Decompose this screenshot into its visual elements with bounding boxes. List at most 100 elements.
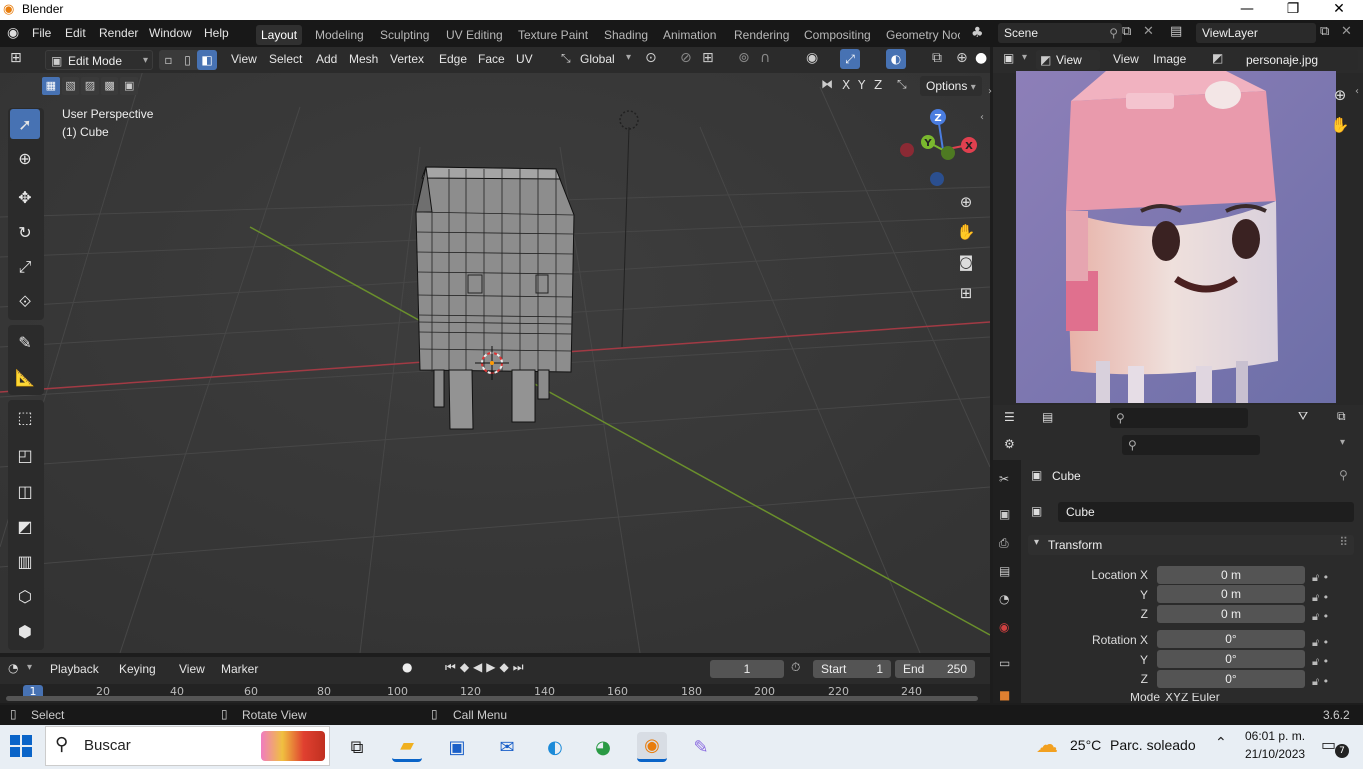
start-button[interactable] [10,735,32,757]
image-tools-toggle-icon[interactable]: › [988,86,992,97]
current-frame-field[interactable]: 1 [710,660,784,678]
clock-date[interactable]: 21/10/2023 [1245,747,1305,761]
menu-window[interactable]: Window [149,26,192,40]
render-tab-icon[interactable]: ▣ [999,507,1010,521]
lock-icon[interactable]: 🔓︎ • [1312,652,1352,672]
timeline-editor-icon[interactable]: ◔ [8,661,18,675]
edge-select-icon[interactable]: ▯ [178,50,197,70]
measure-tool[interactable]: 📐 [10,362,40,392]
mirror-y-toggle[interactable]: Y [858,78,865,92]
collection-tab-icon[interactable]: ▭ [999,656,1010,670]
output-tab-icon[interactable]: ⎙ [999,536,1009,551]
image-view-mode-selector[interactable]: ◩ View [1036,50,1100,70]
timeline-ruler[interactable]: 1 20 40 60 80 100 120 140 160 180 200 22… [0,684,990,703]
blender-taskbar-icon[interactable]: ◉ [637,732,667,762]
pin-icon[interactable]: ⚲ [1109,23,1118,43]
new-scene-icon[interactable]: ⧉ [1122,24,1131,39]
image-browse-icon[interactable]: ◩ [1212,51,1223,65]
paint-icon[interactable]: ✎ [686,732,716,762]
add-cube-tool[interactable]: ⬚ [10,402,40,432]
xray-icon[interactable]: ⧉ [932,50,942,66]
view-layer-tab-icon[interactable]: ▤ [999,564,1010,578]
menu-add[interactable]: Add [316,52,337,66]
file-explorer-icon[interactable]: ▰ [392,732,422,762]
mirror-z-toggle[interactable]: Z [874,78,882,92]
outliner-type-icon[interactable]: ☰ [1004,410,1015,424]
face-select-icon[interactable]: ◧ [197,50,217,70]
image-sidebar-toggle-icon[interactable]: ‹ [1355,86,1359,97]
navigation-gizmo[interactable]: Z X Y [895,105,990,195]
timeline-scrollbar[interactable] [6,696,978,701]
lock-icon[interactable]: 🔓︎ • [1312,607,1352,627]
image-editor-type-icon[interactable]: ▣ [1003,51,1014,65]
menu-mesh[interactable]: Mesh [349,52,378,66]
transform-panel-header[interactable]: ▾ Transform ⠿ [1028,535,1354,555]
location-y-field[interactable]: 0 m [1157,585,1305,603]
mirror-x-toggle[interactable]: X [842,78,850,92]
taskbar-search-box[interactable]: ⚲ Buscar [45,726,330,766]
properties-search-input[interactable]: ⚲ [1122,435,1260,455]
image-pan-button[interactable]: ✋ [1327,112,1353,138]
object-tab-icon[interactable]: ■ [999,688,1010,702]
poly-build-tool[interactable]: ⬢ [10,616,40,646]
minimize-button[interactable]: — [1224,0,1270,20]
image-menu-image[interactable]: Image [1153,52,1186,66]
stopwatch-icon[interactable]: ⏱ [791,660,800,675]
auto-keying-icon[interactable]: ● [402,660,412,674]
tab-uv-editing[interactable]: UV Editing [446,28,503,42]
weather-description[interactable]: Parc. soleado [1110,737,1196,753]
timeline-menu-keying[interactable]: Keying [119,662,156,676]
blender-menu-icon[interactable]: ◉ [7,25,19,41]
visibility-icon[interactable]: ◉ [806,50,818,66]
select-subtract-icon[interactable]: ▨ [81,77,99,95]
properties-type-icon[interactable]: ⚙ [1004,437,1015,451]
chrome-browser-icon[interactable]: ◕ [588,732,618,762]
tool-tab-icon[interactable]: ✂ [999,472,1009,486]
3d-viewport[interactable] [0,47,990,653]
menu-render[interactable]: Render [99,26,138,40]
start-frame-field[interactable]: Start 1 [813,660,891,678]
scene-tab-icon[interactable]: ◔ [999,592,1009,606]
timeline-menu-marker[interactable]: Marker [221,662,258,676]
select-extend-icon[interactable]: ▧ [61,77,80,95]
menu-uv[interactable]: UV [516,52,533,66]
menu-file[interactable]: File [32,26,51,40]
rotate-tool[interactable]: ↻ [10,217,40,247]
auto-merge-icon[interactable]: ⤡ [897,77,907,92]
weather-icon[interactable]: ☁ [1036,733,1058,758]
zoom-button[interactable]: ⊕ [953,189,979,215]
play-icon[interactable]: ▶ [486,660,495,678]
prev-keyframe-icon[interactable]: ◆ [460,660,469,678]
snap-target-icon[interactable]: ⊞ [702,50,714,66]
view-layer-icon[interactable]: ▤ [1170,24,1182,39]
scene-name-field[interactable]: Scene ⚲ [998,23,1122,43]
scale-tool[interactable]: ⤢ [10,252,40,282]
tab-animation[interactable]: Animation [663,28,716,42]
close-button[interactable]: ✕ [1316,0,1362,20]
proportional-edit-icon[interactable]: ⊚ [738,50,750,66]
delete-view-layer-icon[interactable]: ✕ [1341,24,1352,39]
orientation-selector[interactable]: Global [580,52,615,66]
extrude-tool[interactable]: ◰ [10,440,40,470]
jump-start-icon[interactable]: ⏮ [445,660,456,678]
chevron-down-icon[interactable]: ▾ [1340,437,1345,448]
task-view-icon[interactable]: ⧉ [342,732,372,762]
tab-geometry-nodes[interactable]: Geometry Noc [886,28,960,42]
end-frame-field[interactable]: End 250 [895,660,975,678]
snap-icon[interactable]: ⊘ [680,50,692,66]
lock-icon[interactable]: 🔓︎ • [1312,633,1352,653]
mail-icon[interactable]: ✉ [492,732,522,762]
clock-time[interactable]: 06:01 p. m. [1245,729,1305,743]
tab-sculpting[interactable]: Sculpting [380,28,429,42]
rotation-z-field[interactable]: 0° [1157,670,1305,688]
cursor-tool[interactable]: ⊕ [10,143,40,173]
bevel-tool[interactable]: ◩ [10,511,40,541]
menu-face[interactable]: Face [478,52,505,66]
select-box-tool[interactable]: ➚ [10,109,40,139]
location-z-field[interactable]: 0 m [1157,605,1305,623]
falloff-icon[interactable]: ∩ [760,50,770,66]
location-x-field[interactable]: 0 m [1157,566,1305,584]
object-name-field[interactable]: Cube [1058,502,1354,522]
overlay-toggle-icon[interactable]: ◐ [886,49,906,69]
vertex-select-icon[interactable]: ▫ [159,50,178,70]
